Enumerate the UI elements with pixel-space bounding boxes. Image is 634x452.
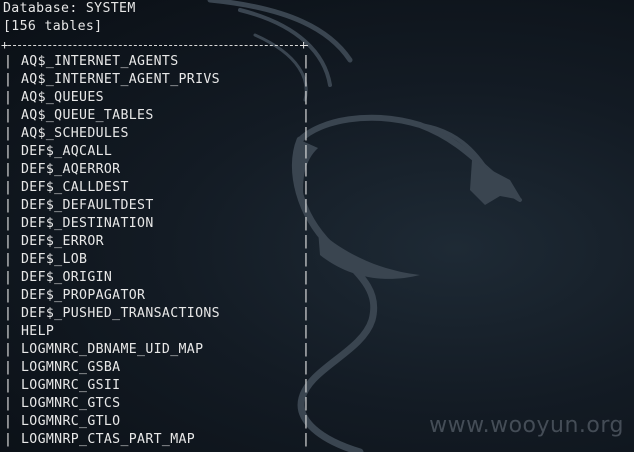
table-corner-right: +	[300, 38, 308, 52]
table-row: | AQ$_INTERNET_AGENT_PRIVS |	[3, 71, 313, 89]
table-cell: LOGMNRC_GTCS	[21, 396, 121, 411]
table-pipe: |	[4, 72, 12, 87]
table-row: | DEF$_DESTINATION |	[3, 215, 313, 233]
table-pipe: |	[4, 90, 12, 105]
table-pipe: |	[302, 72, 310, 87]
table-pipe: |	[302, 360, 310, 375]
table-cell: LOGMNRC_GTLO	[21, 414, 121, 429]
table-corner-left: +	[1, 38, 9, 52]
table-row: | DEF$_PROPAGATOR |	[3, 287, 313, 305]
table-pipe: |	[4, 252, 12, 267]
table-pipe: |	[302, 342, 310, 357]
table-cell: DEF$_AQERROR	[21, 162, 121, 177]
table-row: | DEF$_ERROR |	[3, 233, 313, 251]
watermark: www.wooyun.org	[429, 413, 624, 438]
table-pipe: |	[302, 324, 310, 339]
table-pipe: |	[302, 306, 310, 321]
table-cell: DEF$_AQCALL	[21, 144, 113, 159]
table-cell: DEF$_DESTINATION	[21, 216, 154, 231]
table-row: | AQ$_INTERNET_AGENTS |	[3, 53, 313, 71]
table-pipe: |	[4, 306, 12, 321]
terminal-window[interactable]: Database: SYSTEM [156 tables] + + | AQ$_I…	[1, 0, 631, 452]
table-pipe: |	[302, 54, 310, 69]
table-cell: LOGMNRC_GSII	[21, 378, 121, 393]
table-count-line: [156 tables]	[3, 19, 103, 34]
table-pipe: |	[4, 216, 12, 231]
table-pipe: |	[302, 288, 310, 303]
table-cell: LOGMNRC_GSBA	[21, 360, 121, 375]
table-row: | HELP |	[3, 323, 313, 341]
table-pipe: |	[4, 162, 12, 177]
table-pipe: |	[302, 252, 310, 267]
table-row: | AQ$_QUEUES |	[3, 89, 313, 107]
table-row: | DEF$_CALLDEST |	[3, 179, 313, 197]
table-cell: DEF$_CALLDEST	[21, 180, 129, 195]
table-pipe: |	[302, 396, 310, 411]
table-pipe: |	[4, 54, 12, 69]
table-pipe: |	[4, 108, 12, 123]
table-row: | LOGMNRC_DBNAME_UID_MAP |	[3, 341, 313, 359]
table-row: | DEF$_PUSHED_TRANSACTIONS |	[3, 305, 313, 323]
table-pipe: |	[4, 414, 12, 429]
table-cell: AQ$_SCHEDULES	[21, 126, 129, 141]
table-pipe: |	[302, 180, 310, 195]
table-cell: AQ$_INTERNET_AGENT_PRIVS	[21, 72, 220, 87]
table-row: | DEF$_AQCALL |	[3, 143, 313, 161]
table-row: | AQ$_QUEUE_TABLES |	[3, 107, 313, 125]
table-pipe: |	[4, 270, 12, 285]
table-pipe: |	[302, 270, 310, 285]
table-cell: DEF$_PUSHED_TRANSACTIONS	[21, 306, 220, 321]
table-cell: AQ$_QUEUES	[21, 90, 104, 105]
table-row: | DEF$_LOB |	[3, 251, 313, 269]
table-row: | DEF$_AQERROR |	[3, 161, 313, 179]
table-pipe: |	[4, 396, 12, 411]
table-pipe: |	[302, 108, 310, 123]
table-pipe: |	[4, 378, 12, 393]
table-pipe: |	[302, 432, 310, 447]
table-cell: AQ$_QUEUE_TABLES	[21, 108, 154, 123]
table-pipe: |	[302, 162, 310, 177]
table-pipe: |	[4, 342, 12, 357]
table-pipe: |	[302, 198, 310, 213]
table-pipe: |	[4, 180, 12, 195]
table-cell: LOGMNRP_CTAS_PART_MAP	[21, 432, 196, 447]
table-cell: DEF$_ORIGIN	[21, 270, 113, 285]
table-pipe: |	[302, 90, 310, 105]
table-cell: DEF$_DEFAULTDEST	[21, 198, 154, 213]
table-pipe: |	[302, 378, 310, 393]
table-pipe: |	[4, 432, 12, 447]
database-line: Database: SYSTEM	[3, 1, 136, 16]
table-row: | DEF$_DEFAULTDEST |	[3, 197, 313, 215]
table-pipe: |	[4, 198, 12, 213]
table-top-border	[3, 45, 308, 47]
table-row: | DEF$_ORIGIN |	[3, 269, 313, 287]
table-row: | LOGMNRC_GSBA |	[3, 359, 313, 377]
table-row: | LOGMNRC_GTCS |	[3, 395, 313, 413]
table-pipe: |	[4, 360, 12, 375]
table-cell: LOGMNRC_DBNAME_UID_MAP	[21, 342, 204, 357]
table-pipe: |	[302, 234, 310, 249]
table-pipe: |	[4, 126, 12, 141]
table-cell: AQ$_INTERNET_AGENTS	[21, 54, 179, 69]
table-cell: DEF$_LOB	[21, 252, 88, 267]
table-pipe: |	[4, 288, 12, 303]
table-cell: HELP	[21, 324, 55, 339]
table-pipe: |	[302, 216, 310, 231]
table-pipe: |	[302, 144, 310, 159]
table-row: | LOGMNRC_GTLO |	[3, 413, 313, 431]
table-cell: DEF$_ERROR	[21, 234, 104, 249]
table-pipe: |	[302, 126, 310, 141]
table-row: | LOGMNRP_CTAS_PART_MAP |	[3, 431, 313, 449]
table-pipe: |	[302, 414, 310, 429]
table-pipe: |	[4, 234, 12, 249]
table-row: | LOGMNRC_GSII |	[3, 377, 313, 395]
table-pipe: |	[4, 324, 12, 339]
table-pipe: |	[4, 144, 12, 159]
table-row: | AQ$_SCHEDULES |	[3, 125, 313, 143]
table-cell: DEF$_PROPAGATOR	[21, 288, 146, 303]
